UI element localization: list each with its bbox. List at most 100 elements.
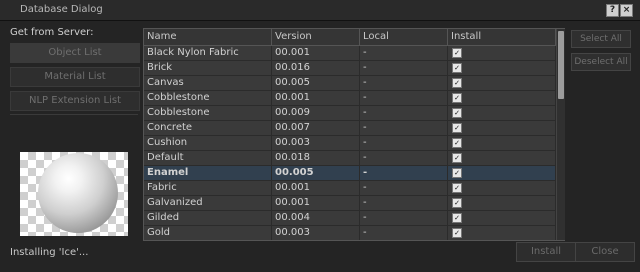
row-install-cell: ✓ [448, 91, 556, 105]
deselect-all-button[interactable]: Deselect All [571, 53, 631, 71]
install-checkbox[interactable]: ✓ [452, 138, 462, 148]
table-row[interactable]: Canvas 00.005 - ✓ [144, 76, 556, 90]
column-name[interactable]: Name [144, 29, 272, 45]
close-window-button[interactable]: × [620, 4, 633, 17]
row-install-cell: ✓ [448, 151, 556, 165]
select-all-button[interactable]: Select All [571, 30, 631, 48]
row-version: 00.003 [272, 226, 360, 240]
install-checkbox[interactable]: ✓ [452, 168, 462, 178]
column-version[interactable]: Version [272, 29, 360, 45]
row-name: Gilded [144, 211, 272, 225]
install-button[interactable]: Install [516, 242, 576, 262]
table-row[interactable]: Galvanized 00.001 - ✓ [144, 196, 556, 210]
row-install-cell: ✓ [448, 121, 556, 135]
table-header: Name Version Local Install [144, 29, 556, 46]
row-version: 00.001 [272, 181, 360, 195]
row-name: Concrete [144, 121, 272, 135]
row-version: 00.001 [272, 196, 360, 210]
install-checkbox[interactable]: ✓ [452, 93, 462, 103]
row-version: 00.018 [272, 151, 360, 165]
table-rows: Black Nylon Fabric 00.001 - ✓ Brick 00.0… [144, 46, 556, 241]
row-local: - [360, 211, 448, 225]
material-list-button[interactable]: Material List [10, 67, 140, 87]
row-local: - [360, 151, 448, 165]
row-install-cell: ✓ [448, 181, 556, 195]
install-checkbox[interactable]: ✓ [452, 153, 462, 163]
status-text: Installing 'Ice'... [10, 247, 89, 258]
install-checkbox[interactable]: ✓ [452, 63, 462, 73]
row-install-cell: ✓ [448, 106, 556, 120]
help-button[interactable]: ? [606, 4, 619, 17]
window-title: Database Dialog [20, 4, 103, 15]
row-local: - [360, 181, 448, 195]
object-list-button[interactable]: Object List [10, 43, 140, 63]
row-version: 00.003 [272, 136, 360, 150]
table-row[interactable]: Gold 00.003 - ✓ [144, 226, 556, 240]
table-scrollbar[interactable] [556, 29, 565, 240]
row-local: - [360, 46, 448, 60]
row-name: Default [144, 151, 272, 165]
install-checkbox[interactable]: ✓ [452, 198, 462, 208]
table-row-selected[interactable]: Enamel 00.005 - ✓ [144, 166, 556, 180]
scrollbar-thumb[interactable] [558, 31, 564, 99]
row-version: 00.009 [272, 106, 360, 120]
row-name: Black Nylon Fabric [144, 46, 272, 60]
row-local: - [360, 91, 448, 105]
column-local[interactable]: Local [360, 29, 448, 45]
row-install-cell: ✓ [448, 196, 556, 210]
install-checkbox[interactable]: ✓ [452, 213, 462, 223]
table-row[interactable]: Cobblestone 00.001 - ✓ [144, 91, 556, 105]
preview-sphere [38, 153, 118, 233]
row-name: Cobblestone [144, 106, 272, 120]
install-checkbox[interactable]: ✓ [452, 183, 462, 193]
left-divider [10, 114, 138, 115]
row-version: 00.005 [272, 166, 360, 180]
table-row[interactable]: Brick 00.016 - ✓ [144, 61, 556, 75]
row-version: 00.001 [272, 46, 360, 60]
row-version: 00.004 [272, 211, 360, 225]
row-name: Galvanized [144, 196, 272, 210]
row-name: Enamel [144, 166, 272, 180]
row-name: Gold [144, 226, 272, 240]
material-preview [20, 152, 128, 236]
row-version: 00.001 [272, 91, 360, 105]
row-name: Cobblestone [144, 91, 272, 105]
row-local: - [360, 61, 448, 75]
table-row[interactable]: Default 00.018 - ✓ [144, 151, 556, 165]
row-install-cell: ✓ [448, 226, 556, 240]
install-checkbox[interactable]: ✓ [452, 123, 462, 133]
install-checkbox[interactable]: ✓ [452, 228, 462, 238]
row-name: Cushion [144, 136, 272, 150]
table-row[interactable]: Cushion 00.003 - ✓ [144, 136, 556, 150]
row-name: Brick [144, 61, 272, 75]
row-install-cell: ✓ [448, 211, 556, 225]
table-row[interactable]: Gilded 00.004 - ✓ [144, 211, 556, 225]
row-local: - [360, 136, 448, 150]
material-table: Name Version Local Install Black Nylon F… [143, 28, 565, 241]
get-from-server-label: Get from Server: [10, 27, 94, 38]
install-checkbox[interactable]: ✓ [452, 48, 462, 58]
row-install-cell: ✓ [448, 136, 556, 150]
close-button[interactable]: Close [575, 242, 635, 262]
table-row[interactable]: Cobblestone 00.009 - ✓ [144, 106, 556, 120]
row-install-cell: ✓ [448, 166, 556, 180]
row-local: - [360, 121, 448, 135]
install-checkbox[interactable]: ✓ [452, 108, 462, 118]
row-local: - [360, 106, 448, 120]
row-install-cell: ✓ [448, 76, 556, 90]
table-row[interactable]: Fabric 00.001 - ✓ [144, 181, 556, 195]
nlp-extension-list-button[interactable]: NLP Extension List [10, 91, 140, 111]
row-version: 00.005 [272, 76, 360, 90]
row-name: Canvas [144, 76, 272, 90]
table-row[interactable]: Black Nylon Fabric 00.001 - ✓ [144, 46, 556, 60]
row-local: - [360, 196, 448, 210]
table-row[interactable]: Concrete 00.007 - ✓ [144, 121, 556, 135]
row-name: Fabric [144, 181, 272, 195]
row-install-cell: ✓ [448, 46, 556, 60]
install-checkbox[interactable]: ✓ [452, 78, 462, 88]
column-install[interactable]: Install [448, 29, 556, 45]
row-version: 00.016 [272, 61, 360, 75]
row-install-cell: ✓ [448, 61, 556, 75]
row-version: 00.007 [272, 121, 360, 135]
title-bar: Database Dialog ? × [0, 0, 640, 21]
